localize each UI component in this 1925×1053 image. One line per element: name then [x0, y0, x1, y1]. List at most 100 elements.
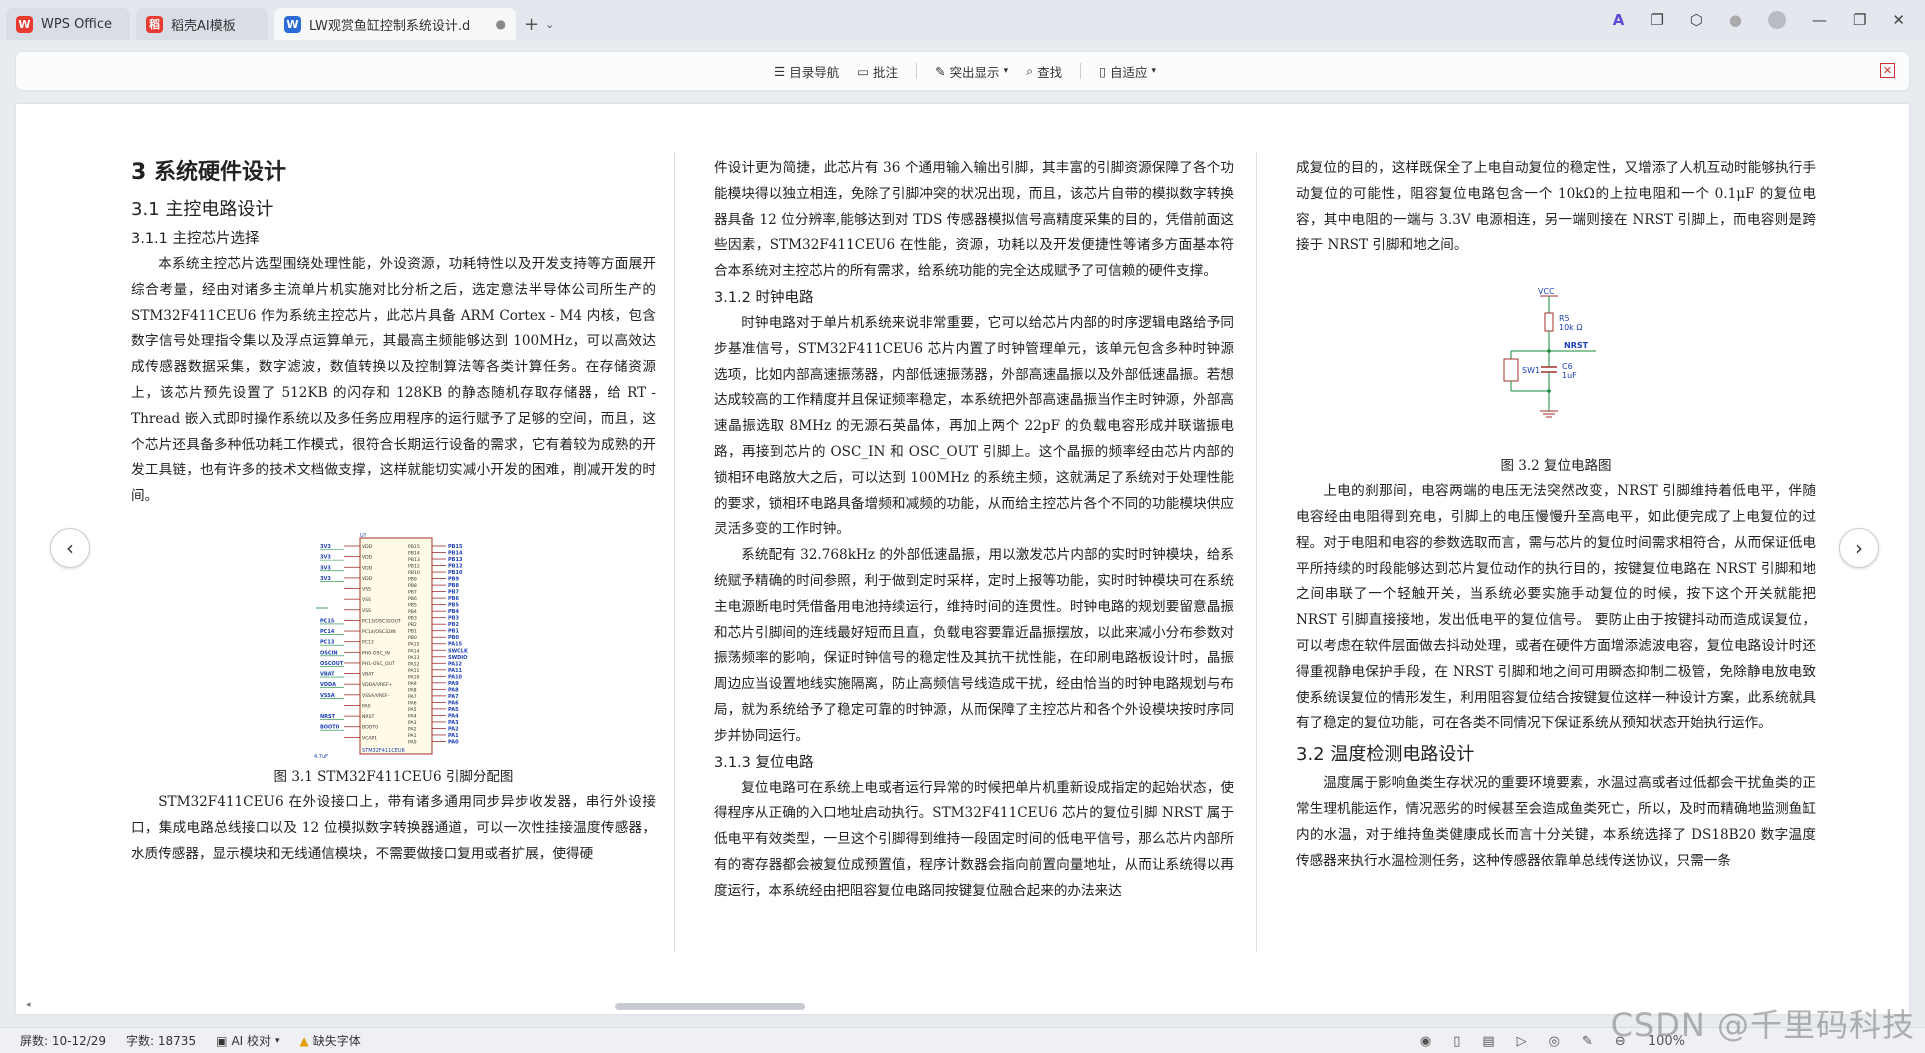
document-page: 3 系统硬件设计 3.1 主控电路设计 3.1.1 主控芯片选择 本系统主控芯片…	[16, 104, 1909, 1014]
right-net-label: PB1	[448, 629, 459, 635]
reset-figure: VCC R5 10k Ω NRST SW1 C6 1uF	[1296, 285, 1816, 427]
cube-icon[interactable]: ⬡	[1690, 11, 1703, 29]
left-net-label: VSSA	[320, 693, 335, 699]
eye-icon[interactable]: ◉	[1420, 1034, 1431, 1049]
left-pin-label: NRST	[362, 714, 375, 720]
right-pin-label: PA8	[408, 687, 417, 693]
right-net-label: PB10	[448, 570, 463, 576]
right-pin-label: PA2	[408, 726, 417, 732]
ai-assistant-icon[interactable]: A	[1613, 11, 1625, 29]
right-net-label: PA9	[448, 681, 459, 687]
left-pin-label: PC13	[362, 640, 374, 646]
tab-status-dot-icon[interactable]: ●	[496, 17, 506, 31]
paragraph: 时钟电路对于单片机系统来说非常重要，它可以给芯片内部的时序逻辑电路给予同步基准信…	[714, 314, 1234, 538]
paragraph: 系统配有 32.768kHz 的外部低速晶振，用以激发芯片内部的实时时钟模块，给…	[714, 547, 1234, 744]
paragraph: 件设计更为简捷，此芯片有 36 个通用输入输出引脚，其丰富的引脚资源保障了各个功…	[714, 160, 1234, 280]
right-net-label: PA1	[448, 733, 459, 739]
close-icon[interactable]: ✕	[1892, 11, 1905, 29]
right-pin-label: PA9	[408, 681, 417, 687]
find-button[interactable]: ⌕ 查找	[1026, 62, 1062, 81]
paragraph: 温度属于影响鱼类生存状况的重要环境要素，水温过高或者过低都会干扰鱼类的正常生理机…	[1296, 775, 1816, 869]
right-pin-label: PA4	[408, 713, 417, 719]
tab-label: LW观赏鱼缸控制系统设计.d	[309, 18, 471, 34]
right-pin-label: PB9	[408, 577, 417, 583]
right-pin-label: PB8	[408, 583, 417, 589]
right-pin-label: PA0	[408, 739, 417, 745]
outline-view-icon[interactable]: ▤	[1482, 1034, 1494, 1049]
section-heading: 3.1 主控电路设计	[131, 199, 274, 220]
restore-icon[interactable]: ❐	[1853, 11, 1866, 29]
left-pin-label: VSSA/VREF-	[362, 693, 390, 699]
docer-logo-icon: 稻	[146, 15, 163, 33]
paragraph: STM32F411CEU6 在外设接口上，带有诸多通用同步异步收发器，串行外设接…	[131, 793, 656, 862]
left-net-label: OSCOUT	[320, 661, 344, 667]
chevron-down-icon: ⌄	[545, 17, 555, 31]
settings-icon[interactable]: ●	[1729, 11, 1742, 29]
tab-docer[interactable]: 稻 稻壳AI模板	[136, 8, 268, 40]
r5-label: R5	[1559, 314, 1570, 323]
right-pin-label: PA11	[408, 668, 420, 674]
tab-document[interactable]: W LW观赏鱼缸控制系统设计.d ●	[274, 8, 516, 40]
left-net-label: 3V3	[320, 555, 331, 561]
next-page-button[interactable]: ›	[1839, 528, 1879, 568]
missing-font-label: 缺失字体	[312, 1034, 361, 1048]
divider	[1080, 63, 1082, 79]
toc-label: 目录导航	[789, 64, 840, 80]
pen-icon[interactable]: ✎	[1582, 1034, 1593, 1049]
right-pin-label: PB4	[408, 609, 417, 615]
c6-value: 1uF	[1562, 371, 1577, 380]
figure-caption: 图 3.1 STM32F411CEU6 引脚分配图	[273, 768, 514, 785]
toc-button[interactable]: ☰ 目录导航	[774, 62, 839, 81]
c6-label: C6	[1562, 362, 1573, 371]
right-pin-label: PB10	[408, 570, 420, 576]
scroll-left-arrow-icon[interactable]: ◂	[26, 1000, 31, 1010]
exit-reading-mode-button[interactable]: ✕	[1880, 63, 1895, 78]
window-icon[interactable]: ❐	[1650, 11, 1663, 29]
right-pin-label: PB0	[408, 635, 417, 641]
left-net-label: PC15	[320, 618, 335, 624]
paragraph: 成复位的目的，这样既保全了上电自动复位的稳定性，又增添了人机互动时能够执行手动复…	[1296, 160, 1816, 254]
right-net-label: PB13	[448, 557, 463, 563]
page-count[interactable]: 屏数: 10-12/29	[20, 1032, 106, 1049]
avatar[interactable]	[1767, 11, 1786, 29]
chip-ref: U?	[360, 533, 367, 539]
right-net-label: PB7	[448, 590, 459, 596]
tab-wps-office[interactable]: W WPS Office	[6, 8, 130, 40]
left-net-label: OSCIN	[320, 650, 338, 656]
right-pin-label: PB14	[408, 550, 420, 556]
highlight-button[interactable]: ✎ 突出显示 ▾	[935, 62, 1008, 81]
new-tab-button[interactable]: + ⌄	[516, 8, 562, 40]
page-view-icon[interactable]: ▯	[1453, 1034, 1460, 1049]
column-3: 成复位的目的，这样既保全了上电自动复位的稳定性，又增添了人机互动时能够执行手动复…	[1296, 156, 1816, 874]
left-net-label: NRST	[320, 714, 336, 720]
left-net-label: 3V3	[320, 565, 331, 571]
minimize-icon[interactable]: —	[1812, 11, 1827, 29]
left-pin-label: VDD	[362, 576, 373, 582]
play-icon[interactable]: ▷	[1517, 1034, 1527, 1049]
left-net-label: 3V3	[320, 544, 331, 550]
left-net-label: 3V3	[320, 576, 331, 582]
warning-icon: ▲	[299, 1033, 309, 1048]
word-count[interactable]: 字数: 18735	[126, 1032, 196, 1049]
chevron-right-icon: ›	[1855, 536, 1863, 560]
right-net-label: PA3	[448, 720, 459, 726]
right-pin-label: PA5	[408, 707, 417, 713]
right-net-label: PB4	[448, 609, 459, 615]
right-pin-label: PB2	[408, 622, 417, 628]
right-net-label: PA0	[448, 739, 459, 745]
fit-button[interactable]: ▯ 自适应 ▾	[1099, 62, 1156, 81]
tab-label: WPS Office	[41, 16, 113, 32]
left-pin-label: PA0	[362, 703, 371, 709]
right-pin-label: PB12	[408, 564, 420, 570]
list-icon: ☰	[774, 63, 786, 79]
ai-proofread-button[interactable]: ▣ AI 校对 ▾	[216, 1032, 279, 1049]
sw1-label: SW1	[1522, 366, 1540, 375]
web-view-icon[interactable]: ◎	[1549, 1034, 1560, 1049]
right-net-label: SWCLK	[448, 648, 469, 654]
proofread-icon: ▣	[216, 1033, 228, 1048]
horizontal-scrollbar[interactable]	[615, 1003, 805, 1010]
right-pin-label: PA13	[408, 655, 420, 661]
comment-button[interactable]: ▭ 批注	[857, 62, 898, 81]
previous-page-button[interactable]: ‹	[50, 528, 90, 568]
missing-font-button[interactable]: ▲ 缺失字体	[300, 1032, 361, 1049]
